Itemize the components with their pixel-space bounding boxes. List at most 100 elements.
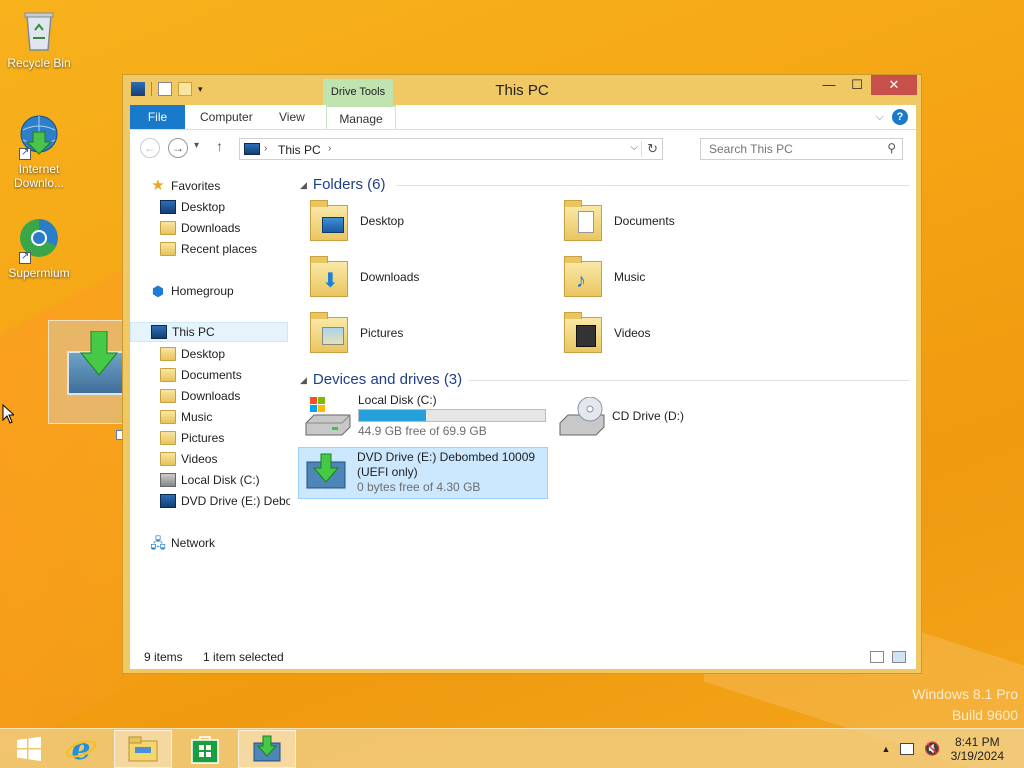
nav-label: Local Disk (C:) — [181, 473, 260, 487]
taskbar-store[interactable] — [176, 730, 234, 768]
breadcrumb-this-pc[interactable]: This PC — [278, 143, 321, 157]
nav-this-pc-videos[interactable]: Videos — [160, 449, 217, 469]
folder-tile-videos[interactable]: Videos — [562, 307, 802, 359]
drive-name: CD Drive (D:) — [612, 409, 684, 423]
downloads-folder-icon — [160, 221, 176, 235]
breadcrumb-separator-icon[interactable]: › — [264, 143, 267, 154]
tab-view[interactable]: View — [269, 105, 315, 129]
folder-label: Pictures — [360, 326, 404, 340]
maximize-button[interactable]: ☐ — [843, 75, 871, 95]
back-button[interactable]: ← — [140, 138, 160, 158]
tab-manage[interactable]: Manage — [326, 105, 396, 129]
show-hidden-icons-chevron-icon[interactable]: ▲ — [882, 744, 891, 754]
drive-free-space: 44.9 GB free of 69.9 GB — [358, 424, 487, 438]
close-button[interactable]: ✕ — [871, 75, 917, 95]
tab-computer[interactable]: Computer — [190, 105, 263, 129]
forward-button[interactable]: → — [168, 138, 188, 158]
taskbar-internet-explorer[interactable]: e — [52, 730, 110, 768]
up-arrow-icon[interactable]: ↑ — [216, 138, 223, 154]
clock-time: 8:41 PM — [954, 735, 1000, 749]
clock-date: 3/19/2024 — [950, 749, 1004, 763]
computer-icon — [244, 143, 260, 155]
drive-name-continued: (UEFI only) — [357, 465, 418, 479]
nav-label: Downloads — [181, 221, 241, 235]
drive-tile-local-disk-c[interactable]: Local Disk (C:) 44.9 GB free of 69.9 GB — [304, 393, 554, 443]
folder-tile-pictures[interactable]: Pictures — [308, 307, 548, 359]
recent-places-icon — [160, 242, 176, 256]
documents-folder-icon — [562, 199, 606, 243]
network-icon: 🖧 — [150, 535, 166, 551]
search-input[interactable] — [701, 139, 871, 159]
clock[interactable]: 8:41 PM 3/19/2024 — [951, 735, 1004, 763]
drive-name: DVD Drive (E:) Debombed 10009 — [357, 450, 536, 464]
desktop-icon-recycle-bin[interactable]: Recycle Bin — [1, 6, 77, 70]
search-box[interactable]: ⚲ — [700, 138, 903, 160]
volume-muted-icon[interactable]: 🔇 — [924, 741, 940, 757]
taskbar-file-explorer[interactable] — [114, 730, 172, 768]
nav-favorites-recent-places[interactable]: Recent places — [160, 239, 257, 259]
address-bar[interactable]: › This PC › ⌵ ↻ — [239, 138, 663, 160]
tab-file[interactable]: File — [130, 105, 185, 129]
help-icon[interactable]: ? — [892, 109, 908, 125]
desktop-icon-supermium[interactable]: Supermium — [1, 216, 77, 280]
nav-label: Network — [171, 536, 216, 550]
nav-dvd-drive-e[interactable]: DVD Drive (E:) Debombed 10009 — [160, 491, 290, 511]
network-status-icon[interactable] — [900, 743, 915, 755]
refresh-icon[interactable]: ↻ — [641, 141, 658, 157]
nav-this-pc-pictures[interactable]: Pictures — [160, 428, 224, 448]
nav-label: Favorites — [171, 179, 221, 193]
folder-tile-documents[interactable]: Documents — [562, 195, 802, 247]
nav-this-pc-downloads[interactable]: Downloads — [160, 386, 240, 406]
drive-tile-cd-drive-d[interactable]: CD Drive (D:) — [558, 393, 808, 443]
ribbon-controls: ⌵ ? — [876, 109, 908, 125]
folder-tile-downloads[interactable]: ⬇ Downloads — [308, 251, 548, 303]
nav-homegroup[interactable]: ⬢ Homegroup — [150, 281, 234, 301]
folder-label: Desktop — [360, 214, 405, 228]
address-dropdown-icon[interactable]: ⌵ — [630, 142, 638, 153]
recent-locations-chevron-icon[interactable]: ▾ — [194, 140, 199, 151]
nav-label: This PC — [172, 325, 215, 339]
minimize-button[interactable]: — — [815, 75, 843, 95]
hard-drive-icon — [304, 397, 352, 439]
status-item-count: 9 items — [144, 650, 183, 664]
explorer-window: ▾ Drive Tools This PC — ☐ ✕ File Compute… — [122, 74, 922, 674]
nav-label: Desktop — [181, 347, 226, 361]
recycle-bin-icon — [15, 6, 63, 54]
nav-this-pc[interactable]: This PC — [130, 322, 288, 342]
start-button[interactable] — [0, 730, 58, 768]
title-bar[interactable]: ▾ Drive Tools This PC — ☐ ✕ — [123, 75, 921, 105]
group-header-label: Folders (6) — [312, 176, 386, 193]
nav-this-pc-desktop[interactable]: Desktop — [160, 344, 225, 364]
nav-this-pc-documents[interactable]: Documents — [160, 365, 242, 385]
dvd-drive-icon — [253, 735, 281, 762]
details-view-icon[interactable] — [870, 651, 884, 663]
group-header-devices[interactable]: ◢ Devices and drives (3) — [300, 370, 910, 390]
drive-free-space: 0 bytes free of 4.30 GB — [357, 480, 481, 494]
large-icons-view-icon[interactable] — [892, 651, 906, 663]
nav-this-pc-music[interactable]: Music — [160, 407, 212, 427]
nav-network[interactable]: 🖧 Network — [150, 533, 215, 553]
desktop-icon-internet-download-manager[interactable]: Internet Downlo... — [1, 112, 77, 190]
nav-favorites-desktop[interactable]: Desktop — [160, 197, 225, 217]
folder-tile-desktop[interactable]: Desktop — [308, 195, 548, 247]
nav-favorites-downloads[interactable]: Downloads — [160, 218, 240, 238]
taskbar-dvd-drive[interactable] — [238, 730, 296, 768]
folder-tile-music[interactable]: ♪ Music — [562, 251, 802, 303]
drive-tile-dvd-drive-e[interactable]: DVD Drive (E:) Debombed 10009 (UEFI only… — [298, 447, 548, 499]
cd-drive-icon — [558, 396, 606, 439]
hard-drive-icon — [160, 473, 176, 487]
nav-favorites[interactable]: ★ Favorites — [150, 176, 220, 196]
expand-ribbon-chevron-icon[interactable]: ⌵ — [876, 111, 884, 124]
divider — [396, 185, 910, 186]
windows-logo-icon — [17, 736, 41, 761]
search-icon[interactable]: ⚲ — [887, 141, 896, 155]
status-bar: 9 items 1 item selected — [130, 645, 916, 669]
shortcut-arrow-icon — [19, 250, 31, 264]
breadcrumb-separator-icon[interactable]: › — [328, 143, 331, 154]
group-header-folders[interactable]: ◢ Folders (6) — [300, 175, 910, 195]
globe-download-icon — [15, 112, 63, 160]
collapse-triangle-icon: ◢ — [300, 375, 307, 385]
nav-label: Pictures — [181, 431, 225, 445]
nav-local-disk-c[interactable]: Local Disk (C:) — [160, 470, 260, 490]
drive-name: Local Disk (C:) — [358, 393, 437, 407]
